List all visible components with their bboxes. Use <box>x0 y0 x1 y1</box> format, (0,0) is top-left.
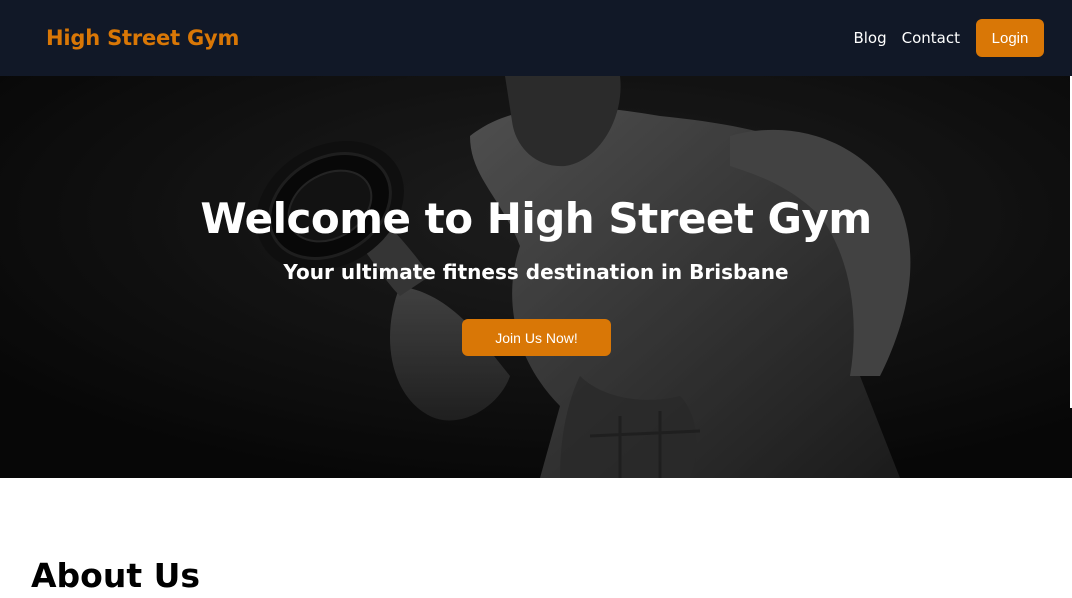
about-section: About Us <box>0 478 1072 598</box>
hero-title: Welcome to High Street Gym <box>200 194 872 243</box>
join-us-button[interactable]: Join Us Now! <box>462 319 611 356</box>
nav-link-blog[interactable]: Blog <box>853 29 886 47</box>
login-button[interactable]: Login <box>976 19 1044 57</box>
nav-link-contact[interactable]: Contact <box>902 29 960 47</box>
navbar: High Street Gym Blog Contact Login <box>0 0 1072 76</box>
brand-logo-text[interactable]: High Street Gym <box>46 26 239 50</box>
hero-section: Welcome to High Street Gym Your ultimate… <box>0 76 1072 478</box>
about-title: About Us <box>31 556 201 595</box>
hero-subtitle: Your ultimate fitness destination in Bri… <box>283 260 789 284</box>
nav-links: Blog Contact Login <box>853 19 1044 57</box>
